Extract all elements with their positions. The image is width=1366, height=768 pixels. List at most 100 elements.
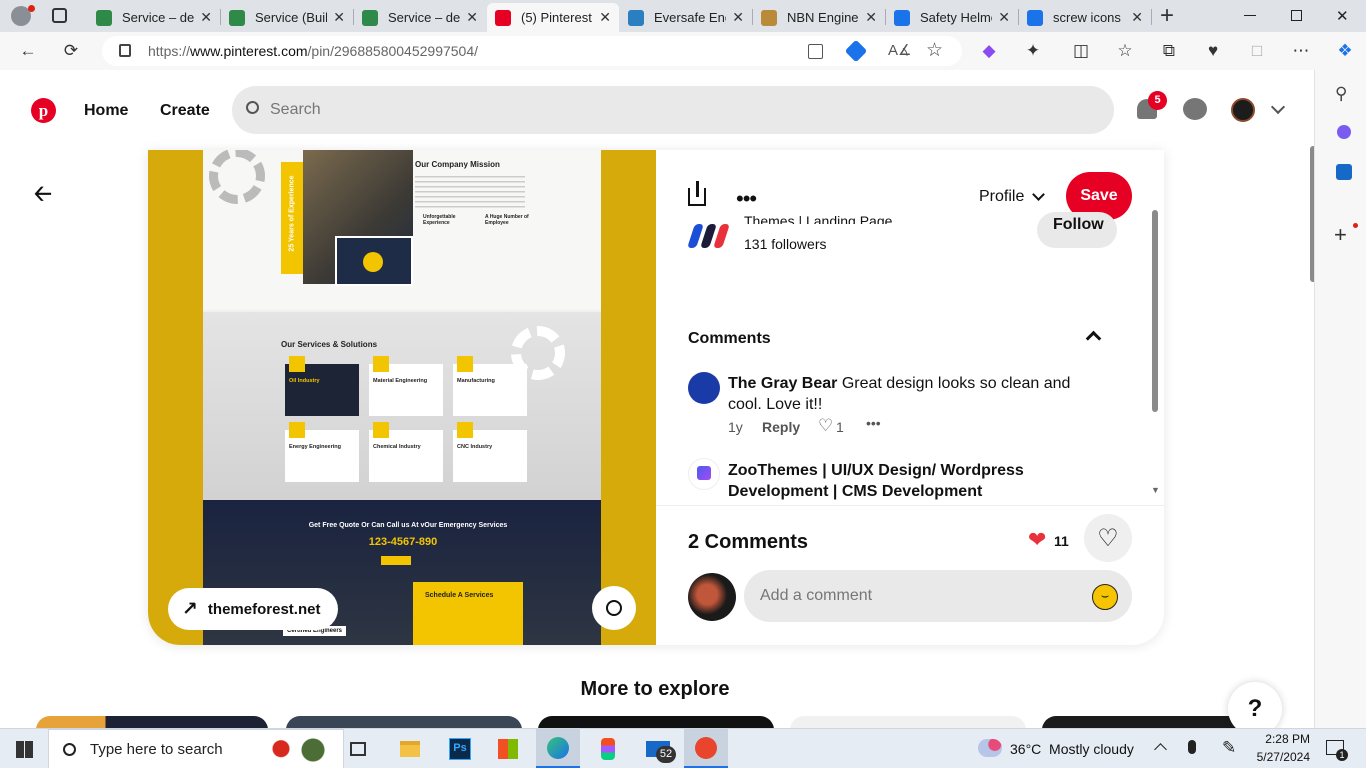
refresh-icon[interactable]: ⟳ [58,38,84,64]
close-window-icon[interactable]: ✕ [1336,7,1349,25]
sidebar-alert-dot [1353,223,1358,228]
react-button[interactable]: ♡ [1084,514,1132,562]
extensions-icon[interactable]: ✦ [1020,38,1046,64]
commenter-avatar[interactable] [688,372,720,404]
service-icon [457,356,473,372]
comment-like-heart-icon[interactable]: ♡ [818,416,833,436]
scroll-down-arrow-icon[interactable]: ▼ [1151,485,1160,495]
edge-taskbar-icon[interactable] [536,729,580,768]
pinterest-logo[interactable]: p [31,98,56,123]
page-scrollbar[interactable] [1310,146,1314,282]
profile-dropdown[interactable]: Profile [979,188,1046,206]
browser-tab[interactable]: Service – dev ✕ [354,3,486,32]
minimize-icon[interactable] [1244,15,1256,16]
sidebar-search-icon[interactable]: ⚲ [1335,84,1347,104]
collapse-chevron-up-icon[interactable] [1085,330,1102,347]
browser-tab[interactable]: Eversafe Eng ✕ [620,3,752,32]
explore-thumb[interactable] [1042,716,1242,728]
file-explorer-icon[interactable] [388,729,432,768]
profile-alert-dot [28,5,35,12]
new-tab-button[interactable]: + [1160,2,1174,30]
tab-close-icon[interactable]: ✕ [599,9,611,26]
explore-thumb[interactable] [790,716,1026,728]
tab-close-icon[interactable]: ✕ [1131,9,1143,26]
more-menu-icon[interactable]: ⋯ [1288,38,1314,64]
creator-name[interactable]: Themes | Landing Page [744,210,892,224]
pen-icon[interactable]: ✎ [1222,738,1236,758]
collections-icon[interactable]: ⧉ [1156,38,1182,64]
tab-close-icon[interactable]: ✕ [466,9,478,26]
favorite-star-icon[interactable]: ☆ [926,39,943,62]
sidebar-outlook-icon[interactable] [1336,164,1352,180]
source-link-pill[interactable]: ↗ themeforest.net [168,588,338,630]
help-button[interactable]: ? [1228,682,1282,728]
search-input[interactable]: Search [232,86,1114,134]
folder-glyph [400,741,420,757]
taskbar-search[interactable]: Type here to search [48,729,344,768]
app-available-icon[interactable] [808,44,823,59]
tab-close-icon[interactable]: ✕ [333,9,345,26]
explore-thumb[interactable] [538,716,774,728]
edge-copilot-icon[interactable]: ❖ [1332,38,1358,64]
comments-scrollbar[interactable] [1152,210,1158,412]
follow-button[interactable]: Follow [1037,212,1117,248]
tab-separator [1151,9,1152,25]
creator-logo[interactable] [687,220,734,250]
tab-actions-icon[interactable] [52,8,67,23]
browser-tab[interactable]: Service (Buil ✕ [221,3,353,32]
photoshop-icon[interactable]: Ps [438,729,482,768]
browser-tab[interactable]: screw icons ✕ [1019,3,1151,32]
comment-more-icon[interactable]: ••• [866,415,881,431]
search-highlight-poppy-icon [265,737,329,763]
current-user-avatar[interactable] [688,573,736,621]
emoji-icon[interactable]: ⌣ [1092,584,1118,610]
comment-like-count: 1 [836,419,844,435]
comment-2-author[interactable]: ZooThemes | UI/UX Design/ Wordpress Deve… [728,460,1048,502]
microphone-icon[interactable] [1188,740,1196,754]
sidebar-copilot-icon[interactable] [1337,125,1351,139]
browser-tab[interactable]: (5) Pinterest ✕ [487,3,619,32]
coupon-tag-icon[interactable] [844,39,868,63]
clock-date[interactable]: 5/27/2024 [1248,750,1310,764]
nav-home[interactable]: Home [84,102,128,120]
split-screen-icon[interactable]: ◫ [1068,38,1094,64]
figma-icon[interactable] [586,729,630,768]
store-icon[interactable] [486,729,530,768]
browser-tab[interactable]: Service – dev ✕ [88,3,220,32]
weather-icon[interactable] [978,739,1002,757]
clock-time[interactable]: 2:28 PM [1256,732,1310,746]
start-button[interactable] [2,729,46,768]
nav-create[interactable]: Create [160,102,210,120]
copilot-icon[interactable]: ◆ [976,38,1002,64]
address-bar[interactable]: https://www.pinterest.com/pin/2968858004… [102,36,962,66]
read-aloud-icon[interactable]: A∡ [888,41,911,59]
restore-icon[interactable] [1291,10,1302,21]
favorites-icon[interactable]: ☆ [1112,38,1138,64]
weather-text[interactable]: 36°C Mostly cloudy [1010,741,1134,757]
tab-close-icon[interactable]: ✕ [200,9,212,26]
visual-search-button[interactable] [592,586,636,630]
tab-close-icon[interactable]: ✕ [865,9,877,26]
health-icon[interactable]: ♥ [1200,38,1226,64]
pin-image[interactable]: 25 Years of Experience Our Company Missi… [148,150,656,645]
user-avatar[interactable] [1231,98,1255,122]
explore-thumb[interactable] [286,716,522,728]
back-arrow-icon[interactable]: 🡠 [34,177,52,215]
add-comment-input[interactable]: Add a comment ⌣ [744,570,1132,622]
gear-icon [209,150,265,204]
browser-tab[interactable]: Safety Helme ✕ [886,3,1018,32]
sidebar-add-icon[interactable]: + [1334,222,1347,248]
back-icon[interactable]: ← [15,38,41,64]
tray-chevron-up-icon[interactable] [1154,743,1167,756]
reply-button[interactable]: Reply [762,419,800,435]
discord-app-icon[interactable] [684,729,728,768]
messages-icon[interactable] [1183,98,1207,120]
tab-close-icon[interactable]: ✕ [732,9,744,26]
task-view-icon[interactable] [336,729,380,768]
comment-author[interactable]: The Gray Bear [728,375,837,392]
more-options-icon[interactable]: ••• [736,186,757,212]
explore-thumb[interactable] [36,716,268,728]
browser-tab[interactable]: NBN Enginee ✕ [753,3,885,32]
tab-close-icon[interactable]: ✕ [998,9,1010,26]
account-chevron-down-icon[interactable] [1270,99,1286,115]
